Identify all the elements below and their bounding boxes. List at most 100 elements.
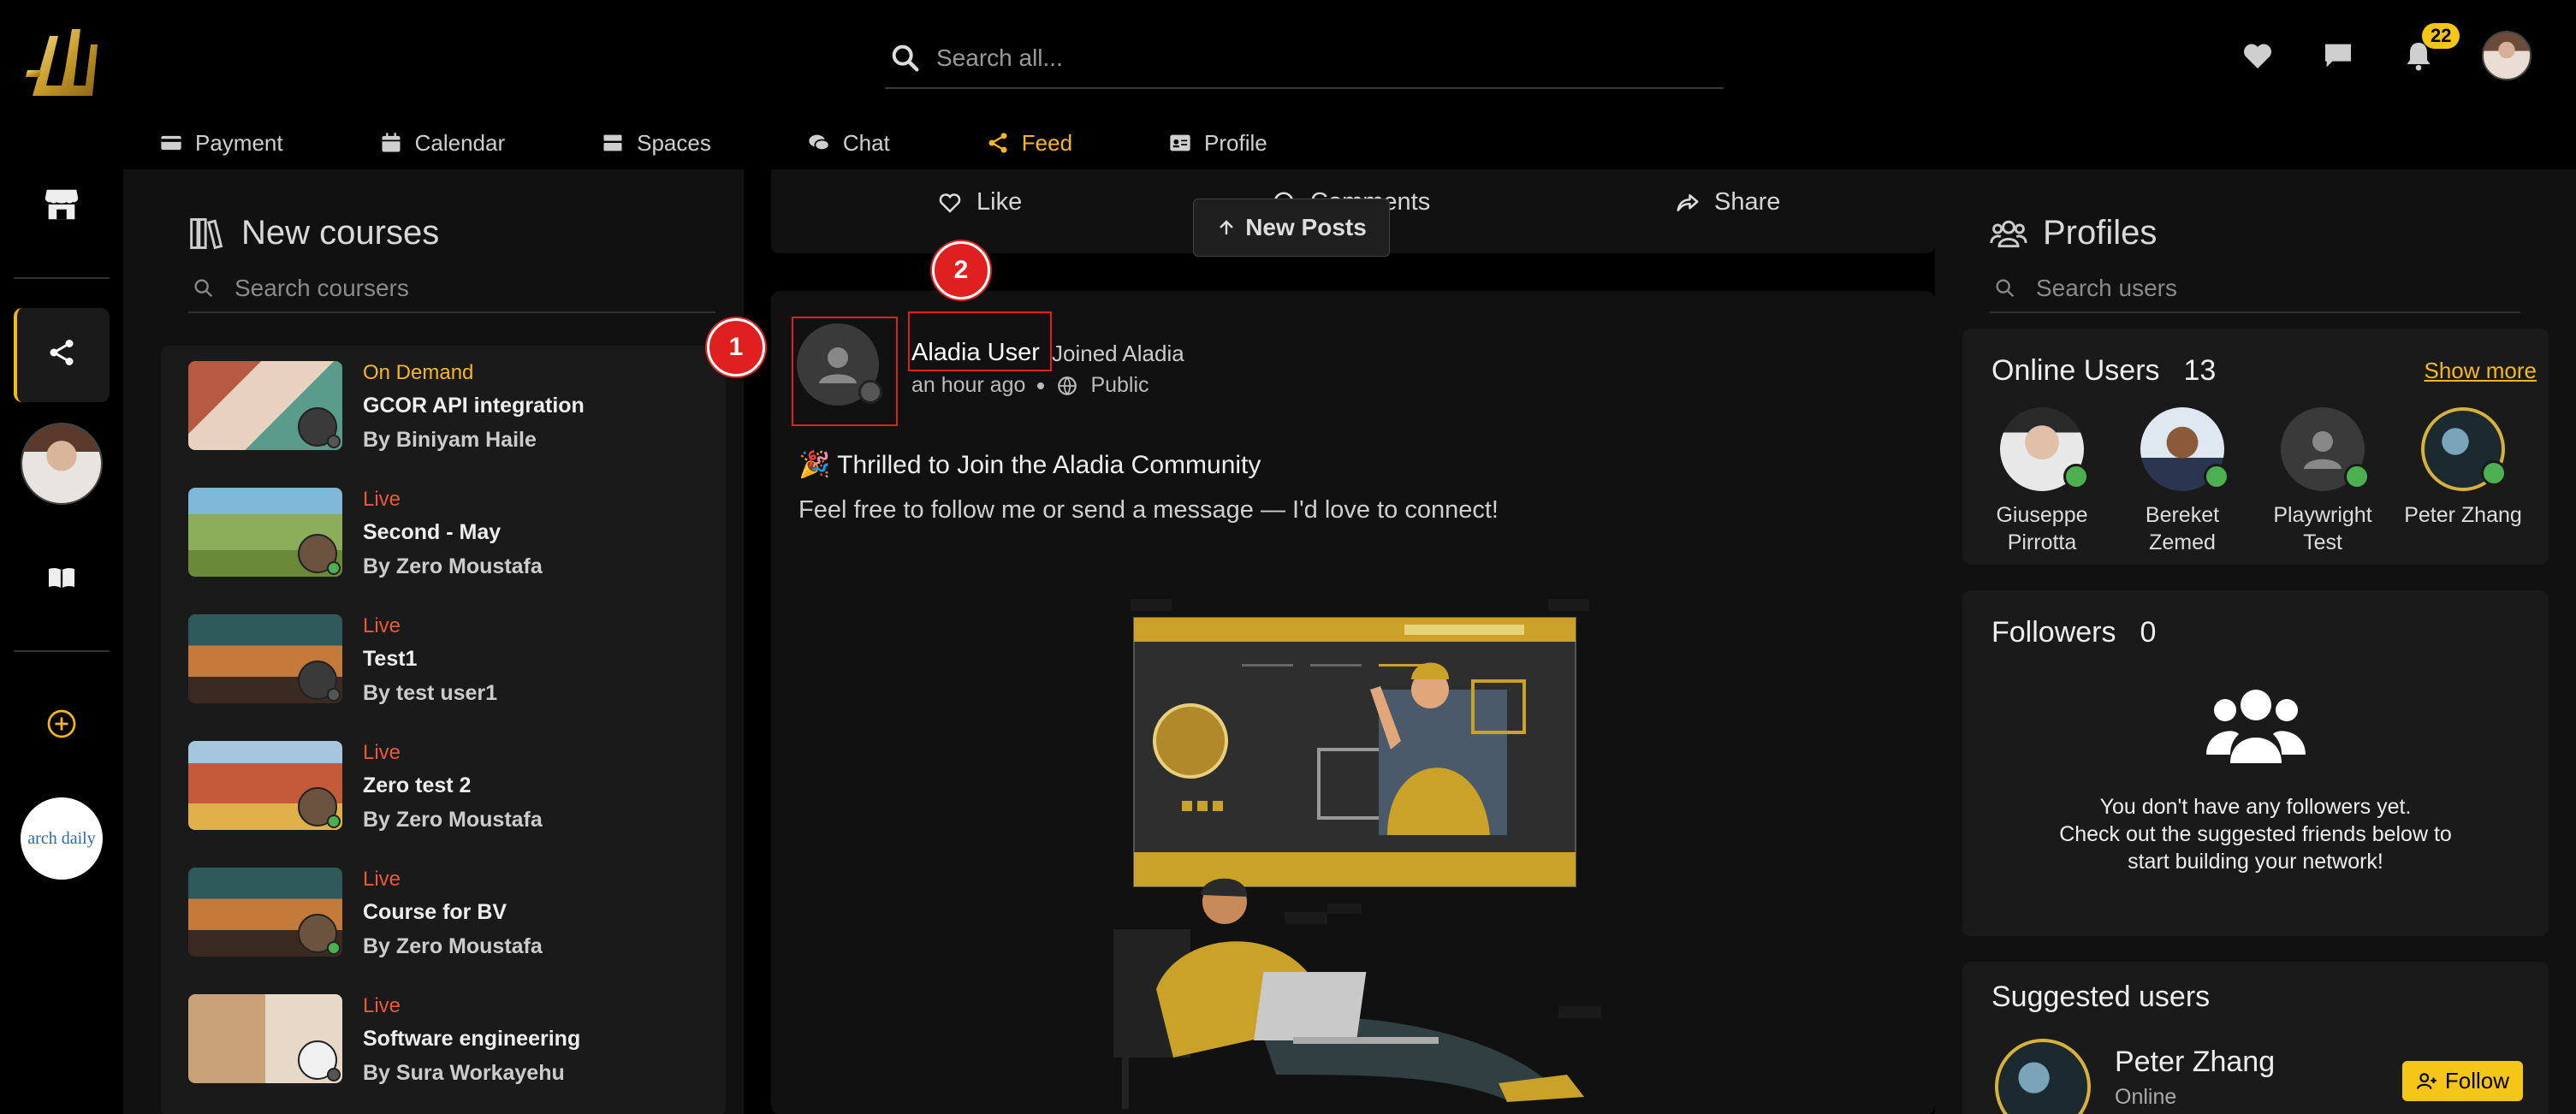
- store-icon[interactable]: [0, 185, 123, 224]
- online-user[interactable]: Peter Zhang: [2399, 407, 2527, 529]
- tab-calendar[interactable]: Calendar: [379, 116, 505, 176]
- rail-profile-avatar[interactable]: [0, 423, 123, 505]
- user-avatar[interactable]: [2482, 31, 2531, 80]
- avatar: [2281, 407, 2370, 491]
- tab-feed[interactable]: Feed: [942, 116, 1121, 181]
- search-icon: [1996, 279, 2015, 298]
- post-activity: Joined Aladia: [1052, 341, 1184, 366]
- header-actions: 22: [2241, 23, 2531, 80]
- avatar: [298, 661, 341, 702]
- online-users-count: 13: [2183, 354, 2217, 387]
- course-thumbnail: [188, 614, 342, 703]
- post-time: an hour ago: [911, 373, 1026, 397]
- tab-chat[interactable]: Chat: [807, 116, 890, 176]
- aladia-logo[interactable]: [24, 19, 101, 104]
- share-icon: [988, 133, 1007, 153]
- avatar[interactable]: [1995, 1039, 2091, 1114]
- online-user[interactable]: Playwright Test: [2258, 407, 2387, 556]
- course-thumbnail: [188, 741, 342, 830]
- users-icon: [1990, 220, 2027, 247]
- profiles-title: Profiles: [1990, 214, 2157, 252]
- courses-search[interactable]: [188, 265, 715, 313]
- suggested-user-status: Online: [2115, 1085, 2177, 1109]
- avatar: [298, 787, 341, 828]
- course-item[interactable]: Live Test1 By test user1: [188, 614, 719, 708]
- calendar-icon: [382, 133, 401, 152]
- credit-card-icon: [161, 135, 181, 151]
- bell-icon[interactable]: 22: [2401, 23, 2460, 73]
- course-item[interactable]: Live Course for BV By Zero Moustafa: [188, 868, 719, 962]
- notification-badge: 22: [2422, 23, 2460, 49]
- course-item[interactable]: On Demand GCOR API integration By Biniya…: [188, 361, 719, 455]
- highlight-box-1: [792, 317, 898, 426]
- left-rail: arch daily: [0, 169, 123, 1114]
- followers-empty-line3: start building your network!: [2128, 850, 2383, 874]
- post-meta: an hour ago Public: [911, 373, 1149, 398]
- tab-payment[interactable]: Payment: [159, 116, 283, 176]
- books-icon: [190, 217, 223, 249]
- heart-outline-icon: [939, 193, 961, 213]
- feed-post: 1 Aladia User Joined Aladia an hour ago …: [707, 291, 1935, 1114]
- post-illustration: [1113, 599, 1601, 1109]
- avatar: [2000, 407, 2089, 491]
- archdaily-logo[interactable]: arch daily: [0, 797, 123, 880]
- arrow-up-icon: [1220, 220, 1234, 234]
- followers-empty-line2: Check out the suggested friends below to: [2059, 822, 2452, 846]
- highlight-box-2: [908, 311, 1052, 371]
- courses-search-input[interactable]: [234, 275, 662, 302]
- course-thumbnail: [188, 361, 342, 450]
- share-icon[interactable]: [0, 337, 123, 368]
- suggested-user-name[interactable]: Peter Zhang: [2115, 1046, 2275, 1079]
- online-users-card: Online Users 13 Show more Giuseppe Pirro…: [1962, 329, 2549, 565]
- spaces-icon: [603, 134, 622, 151]
- online-user[interactable]: Bereket Zemed: [2118, 407, 2247, 556]
- add-circle-icon[interactable]: [0, 708, 123, 739]
- follow-button[interactable]: Follow: [2401, 1061, 2523, 1101]
- global-search-input[interactable]: [936, 44, 1689, 72]
- post-headline: 🎉 Thrilled to Join the Aladia Community: [798, 451, 1261, 479]
- tab-profile[interactable]: Profile: [1168, 116, 1267, 176]
- followers-title: Followers: [1991, 616, 2116, 649]
- share-arrow-icon: [1677, 193, 1699, 211]
- book-open-icon[interactable]: [0, 561, 123, 592]
- online-users-title: Online Users: [1991, 354, 2160, 387]
- followers-empty-line1: You don't have any followers yet.: [2099, 795, 2412, 819]
- avatar: [21, 423, 103, 505]
- course-thumbnail: [188, 868, 342, 957]
- users-search[interactable]: [1990, 265, 2520, 313]
- avatar: [2421, 407, 2507, 491]
- search-icon: [194, 279, 213, 298]
- share-button[interactable]: Share: [1675, 188, 1780, 216]
- users-search-input[interactable]: [2036, 275, 2464, 302]
- id-card-icon: [1170, 134, 1190, 151]
- online-user[interactable]: Giuseppe Pirrotta: [1978, 407, 2106, 556]
- show-more-link[interactable]: Show more: [2425, 358, 2537, 384]
- top-header: 22 Payment Calendar Spaces Chat Feed Pro…: [0, 7, 2576, 181]
- followers-empty-state: You don't have any followers yet. Check …: [1962, 681, 2549, 875]
- new-posts-button[interactable]: New Posts: [1193, 199, 1390, 257]
- profiles-panel: Profiles Online Users 13 Show more Giuse…: [1935, 169, 2576, 1114]
- post-visibility: Public: [1090, 373, 1149, 397]
- global-search[interactable]: [885, 29, 1724, 89]
- course-item[interactable]: Live Second - May By Zero Moustafa: [188, 488, 719, 582]
- course-item[interactable]: Live Software engineering By Sura Workay…: [188, 994, 719, 1088]
- main-tabs: Payment Calendar Spaces Chat Feed Profil…: [159, 116, 1363, 181]
- like-button[interactable]: Like: [937, 188, 1022, 216]
- courses-title: New courses: [188, 214, 439, 252]
- followers-count: 0: [2140, 616, 2157, 649]
- message-icon[interactable]: [2321, 39, 2355, 73]
- tab-spaces[interactable]: Spaces: [601, 116, 711, 176]
- course-thumbnail: [188, 488, 342, 577]
- post-body: Feel free to follow me or send a message…: [798, 496, 1499, 524]
- annotation-marker-1: 1: [707, 318, 765, 376]
- course-item[interactable]: Live Zero test 2 By Zero Moustafa: [188, 741, 719, 835]
- avatar: [298, 534, 341, 575]
- globe-icon: [1058, 376, 1077, 395]
- avatar: [2140, 407, 2229, 491]
- users-group-icon: [2205, 690, 2306, 763]
- suggested-users-card: Suggested users Peter Zhang Online Follo…: [1962, 962, 2549, 1114]
- chat-icon: [809, 134, 830, 151]
- heart-icon[interactable]: [2241, 39, 2275, 73]
- suggested-users-title: Suggested users: [1991, 981, 2211, 1013]
- avatar: [298, 407, 341, 448]
